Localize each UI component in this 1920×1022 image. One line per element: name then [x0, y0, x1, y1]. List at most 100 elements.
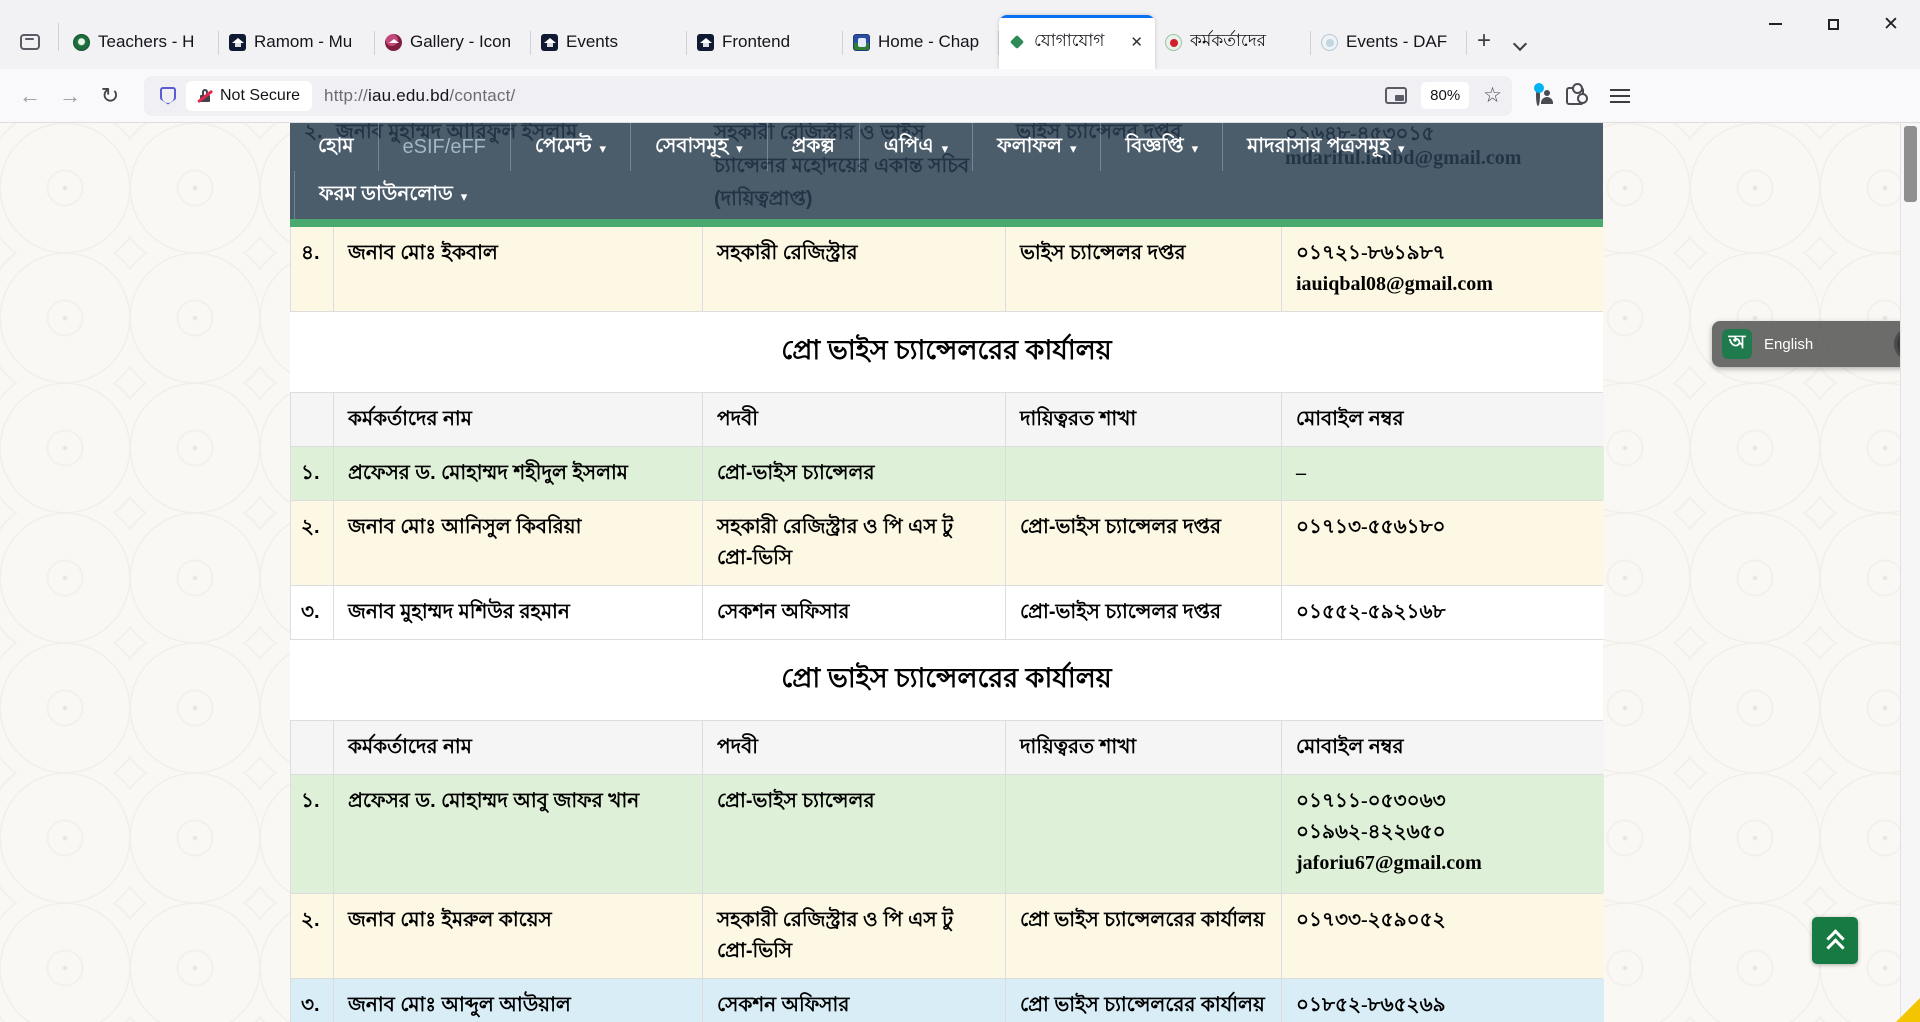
phone-text: ০১৭১১-০৫৩০৬৩ — [1296, 786, 1590, 817]
cell-serial: ২. — [291, 894, 334, 978]
new-tab-button[interactable]: + — [1477, 27, 1491, 55]
security-chip[interactable]: Not Secure — [186, 81, 312, 111]
cap-maroon-favicon-icon — [385, 34, 402, 51]
tab-Ramom - Mu[interactable]: Ramom - Mu — [219, 15, 375, 69]
cell-contact: ০১৫৫২-৫৯২১৬৮ — [1282, 586, 1604, 639]
url-text: http://iau.edu.bd/contact/ — [324, 86, 515, 106]
cell-position: সহকারী রেজিস্ট্রার ও পি এস টু প্রো-ভিসি — [703, 894, 1006, 978]
main-nav: হোম eSIF/eFFপেমেন্ট▾সেবাসমূহ▾প্রকল্পএপিএ▾… — [290, 123, 1603, 227]
nav-item-হোম[interactable]: হোম — [294, 123, 378, 171]
chevron-down-icon: ▾ — [1192, 141, 1199, 157]
header-cell: পদবী — [703, 393, 1006, 446]
menu-icon[interactable] — [1610, 89, 1630, 103]
chevron-down-icon: ▾ — [599, 141, 606, 157]
cell-contact: ০১৭৩৩-২৫৯০৫২ — [1282, 894, 1604, 978]
cell-department: প্রো ভাইস চ্যান্সেলরের কার্যালয় — [1006, 979, 1282, 1022]
cap-navy-favicon-icon — [541, 34, 558, 51]
nav-item-eSIF/eFF[interactable]: eSIF/eFF — [378, 123, 510, 171]
section-title: প্রো ভাইস চ্যান্সেলরের কার্যালয় — [290, 312, 1603, 392]
zoom-level-badge[interactable]: 80% — [1421, 82, 1469, 109]
page-viewport: ২. জনাব মুহাম্মদ আরিফুল ইসলাম সহকারী রেজ… — [0, 123, 1920, 1022]
nav-item-ফরম ডাউনলোড[interactable]: ফরম ডাউনলোড▾ — [294, 171, 491, 219]
nav-item-প্রকল্প[interactable]: প্রকল্প — [767, 123, 859, 171]
nav-item-সেবাসমূহ[interactable]: সেবাসমূহ▾ — [630, 123, 767, 171]
picture-in-picture-icon[interactable] — [1385, 87, 1407, 104]
tab-bar: Teachers - H Ramom - Mu Gallery - Icon Even… — [0, 0, 1920, 69]
window-close-button[interactable]: ✕ — [1862, 0, 1920, 48]
address-bar[interactable]: Not Secure http://iau.edu.bd/contact/ 80… — [144, 76, 1512, 116]
header-cell — [291, 721, 334, 774]
table-row: ১.প্রফেসর ড. মোহাম্মদ আবু জাফর খানপ্রো-ভ… — [291, 775, 1602, 894]
account-button[interactable] — [1536, 87, 1540, 105]
tab-Gallery - Icon[interactable]: Gallery - Icon — [375, 15, 531, 69]
nav-item-ফলাফল[interactable]: ফলাফল▾ — [972, 123, 1100, 171]
back-button[interactable]: ← — [10, 83, 50, 109]
table-header-row: কর্মকর্তাদের নামপদবীদায়িত্বরত শাখামোবাই… — [291, 721, 1602, 775]
maximize-icon — [1828, 19, 1839, 30]
nav-item-মাদরাসার পত্রসমূহ[interactable]: মাদরাসার পত্রসমূহ▾ — [1222, 123, 1428, 171]
cell-department: প্রো-ভাইস চ্যান্সেলর দপ্তর — [1006, 501, 1282, 585]
tab-Frontend[interactable]: Frontend — [687, 15, 843, 69]
table-row: ২.জনাব মোঃ আনিসুল কিবরিয়াসহকারী রেজিস্ট… — [291, 501, 1602, 586]
nav-green-strip — [290, 219, 1603, 227]
tab-title: Ramom - Mu — [254, 32, 367, 52]
table-row: ৩.জনাব মোঃ আব্দুল আউয়ালসেকশন অফিসারপ্রো… — [291, 979, 1602, 1022]
header-cell: কর্মকর্তাদের নাম — [334, 393, 703, 446]
tab-কর্মকর্তাদের[interactable]: কর্মকর্তাদের — [1155, 15, 1311, 69]
nav-item-এপিএ[interactable]: এপিএ▾ — [859, 123, 972, 171]
tab-Home - Chap[interactable]: Home - Chap — [843, 15, 999, 69]
header-cell: দায়িত্বরত শাখা — [1006, 721, 1282, 774]
phone-text: ০১৯৬২-৪২২৬৫০ — [1296, 817, 1590, 848]
window-minimize-button[interactable] — [1746, 0, 1804, 48]
tab-title: কর্মকর্তাদের — [1190, 28, 1303, 56]
email-text: iauiqbal08@gmail.com — [1296, 269, 1590, 300]
reload-button[interactable]: ↻ — [90, 83, 130, 109]
extensions-icon[interactable] — [1566, 87, 1584, 105]
chevron-down-icon: ▾ — [736, 141, 743, 157]
lock-crossed-icon — [198, 89, 212, 103]
chevron-down-icon: ▾ — [1070, 141, 1077, 157]
flag-favicon-icon — [1165, 34, 1182, 51]
nav-item-বিজ্ঞপ্তি[interactable]: বিজ্ঞপ্তি▾ — [1100, 123, 1222, 171]
tracking-shield-icon[interactable] — [160, 87, 176, 105]
cell-serial: ১. — [291, 447, 334, 500]
cap-navy-favicon-icon — [697, 34, 714, 51]
tab-title: Teachers - H — [98, 32, 211, 52]
tab-list-chevron-icon[interactable] — [1513, 37, 1527, 51]
nav-item-label: হোম — [318, 131, 354, 164]
firefox-view-button[interactable] — [12, 24, 48, 60]
tab-Teachers - H[interactable]: Teachers - H — [63, 15, 219, 69]
tab-close-icon[interactable]: ✕ — [1126, 31, 1147, 53]
browser-chrome: Teachers - H Ramom - Mu Gallery - Icon Even… — [0, 0, 1920, 123]
table-row: ২.জনাব মোঃ ইমরুল কায়েসসহকারী রেজিস্ট্রা… — [291, 894, 1602, 979]
phone-text: ০১৮৫২-৮৬৫২৬৯ — [1296, 990, 1590, 1021]
forward-button[interactable]: → — [50, 83, 90, 109]
table-header-row: কর্মকর্তাদের নামপদবীদায়িত্বরত শাখামোবাই… — [291, 393, 1602, 447]
tab-যোগাযোগ[interactable]: যোগাযোগ✕ — [999, 15, 1155, 69]
tab-title: Events - DAF — [1346, 32, 1459, 52]
cell-position: সহকারী রেজিস্ট্রার — [703, 227, 1006, 311]
cell-serial: ৪. — [291, 227, 334, 311]
cell-contact: ০১৭২১-৮৬১৯৮৭iauiqbal08@gmail.com — [1282, 227, 1604, 311]
tab-Events - DAF[interactable]: Events - DAF — [1311, 15, 1467, 69]
scrollbar-thumb[interactable] — [1904, 126, 1917, 202]
nav-item-পেমেন্ট[interactable]: পেমেন্ট▾ — [510, 123, 630, 171]
tab-title: Gallery - Icon — [410, 32, 523, 52]
diamond-green-favicon-icon — [1009, 34, 1026, 51]
translate-widget[interactable]: অ English — [1712, 321, 1920, 367]
cell-name: জনাব মোঃ আব্দুল আউয়াল — [334, 979, 703, 1022]
tab-title: Home - Chap — [878, 32, 991, 52]
browser-toolbar: ← → ↻ Not Secure http://iau.edu.bd/conta… — [0, 69, 1920, 123]
cell-serial: ২. — [291, 501, 334, 585]
section-title: প্রো ভাইস চ্যান্সেলরের কার্যালয় — [290, 640, 1603, 720]
cell-department: প্রো ভাইস চ্যান্সেলরের কার্যালয় — [1006, 894, 1282, 978]
scroll-top-button[interactable] — [1812, 917, 1858, 964]
bookmark-star-icon[interactable]: ☆ — [1483, 83, 1502, 108]
close-icon: ✕ — [1883, 15, 1899, 34]
vertical-scrollbar[interactable] — [1900, 123, 1920, 1022]
tab-Events[interactable]: Events — [531, 15, 687, 69]
header-cell: মোবাইল নম্বর — [1282, 393, 1604, 446]
tab-title: যোগাযোগ — [1034, 28, 1126, 56]
cell-serial: ৩. — [291, 979, 334, 1022]
window-maximize-button[interactable] — [1804, 0, 1862, 48]
